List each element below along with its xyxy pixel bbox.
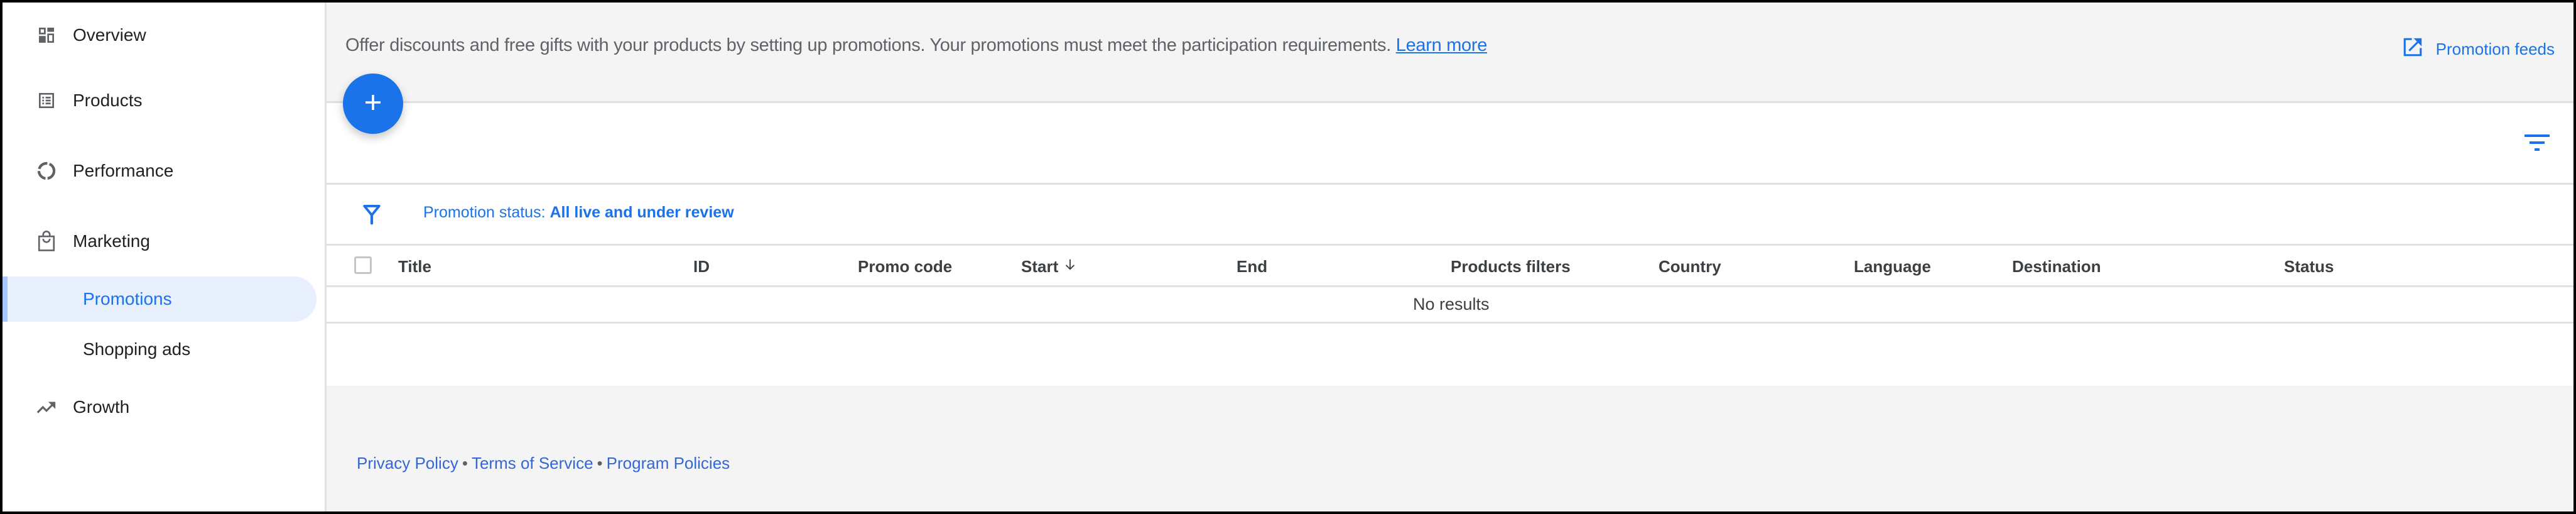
footer-separator: •: [462, 454, 468, 473]
empty-table-row: No results: [327, 287, 2573, 324]
sidebar-item-promotions[interactable]: Promotions: [3, 276, 317, 322]
sidebar-item-performance[interactable]: Performance: [3, 148, 317, 194]
column-header-end[interactable]: End: [1237, 257, 1267, 276]
program-policies-link[interactable]: Program Policies: [607, 454, 730, 473]
sidebar-item-products[interactable]: Products: [3, 78, 317, 123]
sidebar-item-label: Overview: [73, 25, 146, 45]
footer-links: Privacy Policy • Terms of Service • Program …: [357, 454, 730, 473]
column-header-start-label: Start: [1021, 257, 1059, 276]
column-header-destination[interactable]: Destination: [2012, 257, 2101, 276]
arrow-down-icon: [1063, 257, 1077, 276]
learn-more-link[interactable]: Learn more: [1396, 35, 1488, 55]
column-header-language[interactable]: Language: [1854, 257, 1931, 276]
funnel-icon[interactable]: [362, 204, 382, 228]
sidebar-item-marketing[interactable]: Marketing: [3, 219, 317, 264]
banner-text: Offer discounts and free gifts with your…: [345, 35, 1487, 56]
filter-chip-row: Promotion status: All live and under rev…: [327, 185, 2573, 246]
promotion-feeds-link[interactable]: Promotion feeds: [2402, 36, 2555, 62]
footer-separator: •: [597, 454, 603, 473]
sidebar-item-shopping-ads[interactable]: Shopping ads: [3, 327, 317, 372]
plus-icon: [362, 91, 384, 117]
sidebar-item-label: Performance: [73, 161, 174, 180]
filter-label: Promotion status:: [423, 204, 546, 221]
sidebar-item-label: Products: [73, 90, 143, 110]
banner-message: Offer discounts and free gifts with your…: [345, 35, 1391, 55]
terms-of-service-link[interactable]: Terms of Service: [472, 454, 593, 473]
sidebar: Overview Products Performance Marketing …: [3, 3, 327, 511]
shopping-bag-icon: [35, 230, 58, 253]
info-banner: Offer discounts and free gifts with your…: [327, 3, 2573, 103]
no-results-text: No results: [1413, 295, 1490, 314]
sidebar-item-label: Promotions: [83, 289, 172, 309]
main-content: Offer discounts and free gifts with your…: [327, 3, 2573, 511]
donut-icon: [35, 160, 58, 182]
sidebar-item-label: Shopping ads: [83, 339, 191, 359]
sidebar-item-label: Marketing: [73, 231, 150, 251]
privacy-policy-link[interactable]: Privacy Policy: [357, 454, 458, 473]
column-header-start[interactable]: Start: [1021, 257, 1077, 276]
column-header-country[interactable]: Country: [1659, 257, 1721, 276]
promotion-feeds-label: Promotion feeds: [2435, 40, 2555, 58]
trending-up-icon: [35, 396, 58, 418]
promotion-status-filter[interactable]: Promotion status: All live and under rev…: [423, 204, 734, 222]
app-window: Overview Products Performance Marketing …: [3, 3, 2573, 511]
column-header-id[interactable]: ID: [693, 257, 710, 276]
table-toolbar: [327, 103, 2573, 185]
column-header-products-filters[interactable]: Products filters: [1451, 257, 1571, 276]
column-header-status[interactable]: Status: [2284, 257, 2334, 276]
table-header: Title ID Promo code Start End Products f…: [327, 246, 2573, 287]
column-header-title[interactable]: Title: [398, 257, 431, 276]
sidebar-item-growth[interactable]: Growth: [3, 385, 317, 430]
sidebar-item-label: Growth: [73, 397, 130, 417]
create-promotion-button[interactable]: [343, 74, 403, 134]
filter-value: All live and under review: [549, 204, 734, 221]
table-body-spacer: [327, 324, 2573, 386]
dashboard-icon: [35, 24, 58, 46]
select-all-checkbox[interactable]: [354, 256, 372, 274]
sidebar-item-overview[interactable]: Overview: [3, 13, 317, 58]
open-in-new-icon: [2402, 36, 2423, 62]
list-alt-icon: [35, 89, 58, 112]
filter-list-icon[interactable]: [2525, 134, 2550, 156]
column-header-promo-code[interactable]: Promo code: [858, 257, 952, 276]
